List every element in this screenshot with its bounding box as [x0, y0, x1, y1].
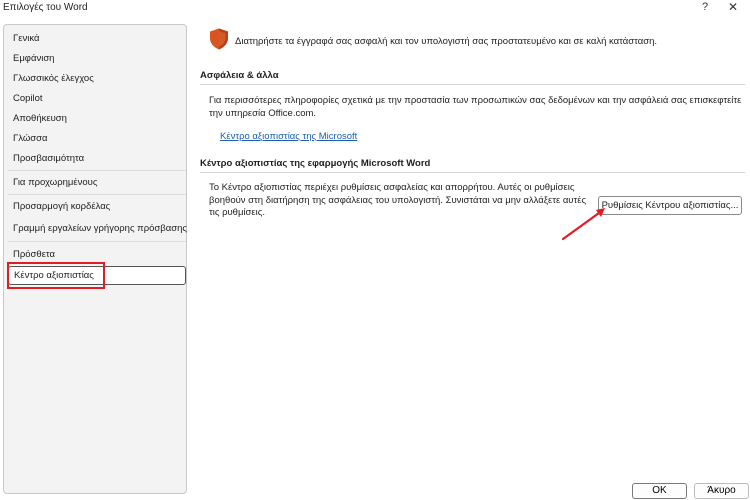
trust-center-settings-button[interactable]: Ρυθμίσεις Κέντρου αξιοπιστίας...	[598, 196, 742, 215]
section-title-security: Ασφάλεια & άλλα	[200, 70, 279, 81]
section-divider	[200, 172, 745, 173]
trust-center-description-line: Το Κέντρο αξιοπιστίας περιέχει ρυθμίσεις…	[209, 182, 575, 193]
shield-icon	[210, 28, 228, 50]
security-description-line: Για περισσότερες πληροφορίες σχετικά με …	[209, 95, 742, 106]
ok-button[interactable]: OK	[632, 483, 687, 499]
sidebar-item-copilot[interactable]: Copilot	[8, 89, 186, 108]
sidebar-item-language[interactable]: Γλώσσα	[8, 129, 186, 148]
help-button[interactable]: ?	[702, 1, 708, 13]
sidebar-item-proofing[interactable]: Γλωσσικός έλεγχος	[8, 69, 186, 88]
sidebar-item-advanced[interactable]: Για προχωρημένους	[8, 173, 186, 192]
sidebar-item-appearance[interactable]: Εμφάνιση	[8, 49, 186, 68]
security-description-line: την υπηρεσία Office.com.	[209, 107, 317, 119]
sidebar: Γενικά Εμφάνιση Γλωσσικός έλεγχος Copilo…	[3, 24, 187, 494]
window-title: Επιλογές του Word	[3, 2, 88, 13]
trust-center-description-line: βοηθούν στη διατήρηση της ασφάλειας του …	[209, 194, 587, 206]
sidebar-divider	[8, 194, 186, 195]
header-description: Διατηρήστε τα έγγραφά σας ασφαλή και τον…	[235, 36, 658, 47]
trust-center-description: Το Κέντρο αξιοπιστίας περιέχει ρυθμίσεις…	[209, 182, 586, 220]
sidebar-divider	[8, 170, 186, 171]
sidebar-item-accessibility[interactable]: Προσβασιμότητα	[8, 149, 186, 168]
trust-center-description-line: τις ρυθμίσεις.	[209, 207, 265, 218]
sidebar-item-customize-ribbon[interactable]: Προσαρμογή κορδέλας	[8, 197, 186, 216]
sidebar-item-add-ins[interactable]: Πρόσθετα	[8, 245, 186, 264]
title-bar: Επιλογές του Word ? ✕	[0, 0, 750, 18]
microsoft-trust-center-link[interactable]: Κέντρο αξιοπιστίας της Microsoft	[220, 131, 357, 142]
sidebar-item-save[interactable]: Αποθήκευση	[8, 109, 186, 128]
sidebar-item-general[interactable]: Γενικά	[8, 29, 186, 48]
security-description: Για περισσότερες πληροφορίες σχετικά με …	[209, 95, 741, 120]
sidebar-item-quick-access-toolbar[interactable]: Γραμμή εργαλείων γρήγορης πρόσβασης	[8, 219, 187, 238]
section-title-trust-center: Κέντρο αξιοπιστίας της εφαρμογής Microso…	[200, 158, 431, 169]
cancel-button[interactable]: Άκυρο	[694, 483, 749, 499]
sidebar-item-trust-center[interactable]: Κέντρο αξιοπιστίας	[8, 266, 186, 285]
close-button[interactable]: ✕	[728, 0, 738, 14]
sidebar-divider	[8, 241, 186, 242]
section-divider	[200, 84, 745, 85]
